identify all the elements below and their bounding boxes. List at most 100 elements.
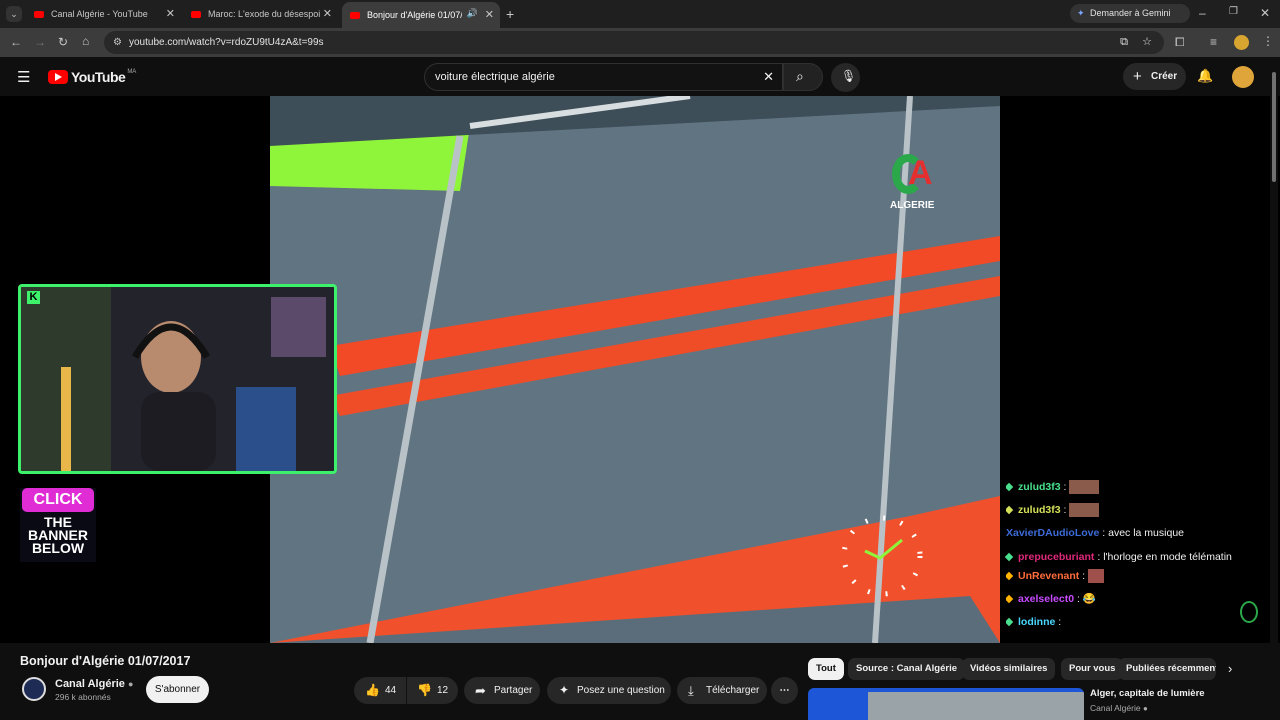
youtube-play-logo-icon xyxy=(48,70,68,84)
close-window-icon[interactable]: ✕ xyxy=(1260,6,1270,20)
back-icon[interactable]: ← xyxy=(10,35,22,49)
restore-icon[interactable]: ❐ xyxy=(1229,6,1238,17)
emote-icon xyxy=(1088,569,1105,584)
tab-canal-algerie[interactable]: Canal Algérie - YouTube ✕ xyxy=(26,4,181,24)
chat-overlay: zulud3f3 : zulud3f3 : XavierDAudioLove :… xyxy=(1004,466,1256,643)
dislike-button[interactable]: 👎 12 xyxy=(407,677,458,704)
extensions-icon[interactable]: ⧠ xyxy=(1175,35,1185,50)
page-scrollbar[interactable] xyxy=(1270,62,1278,720)
download-button[interactable]: ⤓ Télécharger xyxy=(677,677,767,704)
chat-badge-icon xyxy=(1006,482,1014,492)
chat-line xyxy=(1006,466,1256,476)
install-icon[interactable]: ⧉ xyxy=(1120,31,1128,54)
subscriber-count: 296 k abonnés xyxy=(55,692,111,702)
like-button[interactable]: 👍 44 xyxy=(354,677,406,704)
chip-recent[interactable]: Publiées récemment xyxy=(1118,658,1216,680)
share-button[interactable]: ➦ Partager xyxy=(464,677,540,704)
close-tab-icon[interactable]: ✕ xyxy=(323,7,332,20)
suggested-video-thumbnail[interactable] xyxy=(808,688,1084,720)
chat-line: zulud3f3 : xyxy=(1006,499,1256,522)
forward-icon[interactable]: → xyxy=(34,35,46,49)
profile-avatar[interactable] xyxy=(1234,35,1249,50)
search-input[interactable]: voiture électrique algérie ✕ xyxy=(424,63,783,91)
suggested-video-channel: Canal Algérie ● xyxy=(1090,703,1148,713)
minimize-icon[interactable]: – xyxy=(1199,6,1206,20)
click-banner[interactable]: CLICK THE BANNER BELOW xyxy=(20,488,96,562)
thumbs-down-icon: 👎 xyxy=(417,683,432,697)
emote-icon xyxy=(1069,480,1100,495)
channel-name[interactable]: Canal Algérie ● xyxy=(55,678,133,690)
chat-line: zulud3f3 : xyxy=(1006,476,1256,499)
chip-source[interactable]: Source : Canal Algérie xyxy=(848,658,966,680)
chat-badge-icon xyxy=(1004,552,1014,562)
chat-badge-icon xyxy=(1006,617,1014,627)
verified-icon: ● xyxy=(127,679,134,689)
scrollbar-thumb[interactable] xyxy=(1272,72,1276,182)
kick-logo-icon: K xyxy=(27,291,40,304)
suggested-video-title[interactable]: Alger, capitale de lumière xyxy=(1090,688,1265,699)
chat-line: axelselect0 : 😂 xyxy=(1006,588,1256,611)
chevron-right-icon[interactable]: › xyxy=(1228,661,1232,676)
channel-watermark: A ALGERIE xyxy=(890,154,935,211)
bookmark-star-icon[interactable]: ☆ xyxy=(1142,31,1152,54)
tab-maroc[interactable]: Maroc: L'exode du désespoir ve ✕ xyxy=(183,4,338,24)
chat-line: UnRevenant : xyxy=(1006,565,1256,588)
hamburger-menu-icon[interactable]: ☰ xyxy=(17,68,30,86)
thumbs-up-icon: 👍 xyxy=(365,683,380,697)
browser-tab-strip: ⌄ Canal Algérie - YouTube ✕ Maroc: L'exo… xyxy=(0,0,1280,28)
streamer-webcam: K xyxy=(18,284,337,474)
corner-channel-logo-icon xyxy=(1240,601,1258,623)
media-controls-icon[interactable]: ≡ xyxy=(1210,35,1217,49)
search-icon: ⌕ xyxy=(796,68,804,84)
more-horizontal-icon: ⋯ xyxy=(779,685,790,696)
address-bar[interactable]: ⚙ youtube.com/watch?v=rdoZU9tU4zA&t=99s … xyxy=(104,31,1164,54)
gemini-icon: ✦ xyxy=(1077,8,1085,18)
clear-search-icon[interactable]: ✕ xyxy=(763,64,774,90)
audio-playing-icon[interactable]: 🔊 xyxy=(467,8,478,19)
chat-line: XavierDAudioLove : avec la musique xyxy=(1006,527,1184,539)
video-player[interactable]: A ALGERIE K CLICK THE BANNER BELOW zulud… xyxy=(0,96,1280,643)
verified-icon: ● xyxy=(1142,704,1148,713)
video-frame[interactable]: A ALGERIE xyxy=(270,96,1000,643)
close-tab-icon[interactable]: ✕ xyxy=(166,7,175,20)
chrome-menu-icon[interactable]: ⋮ xyxy=(1262,34,1274,48)
youtube-favicon-icon xyxy=(34,10,44,18)
chat-line: prepuceburiant : l'horloge en mode télém… xyxy=(1004,545,1256,565)
share-icon: ➦ xyxy=(475,683,486,698)
plus-icon: + xyxy=(1133,68,1142,85)
site-info-icon[interactable]: ⚙ xyxy=(113,31,122,54)
create-button[interactable]: + Créer xyxy=(1123,63,1186,90)
notifications-bell-icon[interactable]: 🔔 xyxy=(1197,68,1213,84)
chip-for-you[interactable]: Pour vous xyxy=(1061,658,1124,680)
chip-similar[interactable]: Vidéos similaires xyxy=(962,658,1056,680)
voice-search-button[interactable]: 🎙 xyxy=(831,63,860,92)
microphone-icon: 🎙 xyxy=(841,69,857,83)
reload-icon[interactable]: ↻ xyxy=(58,35,68,49)
youtube-favicon-icon xyxy=(191,10,201,18)
sparkle-icon: ✦ xyxy=(559,683,570,697)
close-tab-icon[interactable]: ✕ xyxy=(485,8,494,21)
account-avatar[interactable] xyxy=(1232,66,1254,88)
youtube-logo[interactable]: YouTube MA xyxy=(48,69,136,85)
ask-question-button[interactable]: ✦ Posez une question xyxy=(547,677,671,704)
video-title: Bonjour d'Algérie 01/07/2017 xyxy=(20,654,191,668)
tab-search-icon[interactable]: ⌄ xyxy=(6,6,22,22)
more-actions-button[interactable]: ⋯ xyxy=(771,677,798,704)
gemini-button[interactable]: ✦ Demander à Gemini xyxy=(1070,4,1190,23)
emote-icon xyxy=(1069,503,1100,518)
webcam-scene xyxy=(21,287,334,471)
chat-badge-icon xyxy=(1006,594,1014,604)
channel-avatar[interactable] xyxy=(22,677,46,701)
tab-bonjour-algerie[interactable]: Bonjour d'Algérie 01/07/20 🔊 ✕ xyxy=(342,2,500,28)
new-tab-icon[interactable]: + xyxy=(506,6,514,22)
subscribe-button[interactable]: S'abonner xyxy=(146,676,209,703)
search-button[interactable]: ⌕ xyxy=(783,63,823,91)
home-icon[interactable]: ⌂ xyxy=(82,34,89,48)
chat-badge-icon xyxy=(1006,505,1014,515)
browser-toolbar: ← → ↻ ⌂ ⚙ youtube.com/watch?v=rdoZU9tU4z… xyxy=(0,28,1280,57)
chat-badge-icon xyxy=(1006,571,1014,581)
download-icon: ⤓ xyxy=(688,683,694,698)
chip-all[interactable]: Tout xyxy=(808,658,844,680)
youtube-favicon-icon xyxy=(350,11,360,19)
youtube-header: ☰ YouTube MA voiture électrique algérie … xyxy=(0,57,1280,96)
